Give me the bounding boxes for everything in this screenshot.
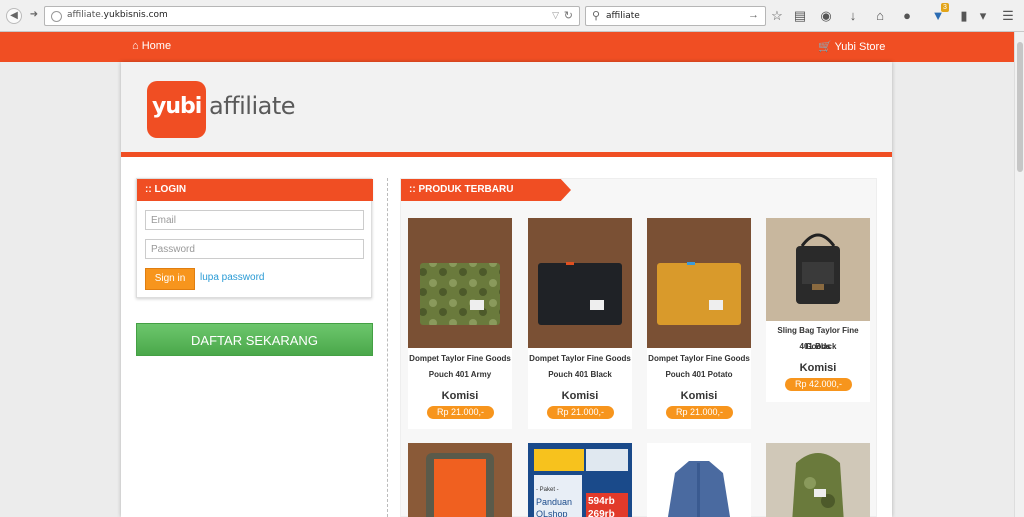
product-image[interactable] (408, 218, 512, 348)
forward-icon[interactable]: ➜ (26, 8, 42, 24)
price-badge: Rp 21.000,- (666, 406, 733, 419)
price-badge: Rp 21.000,- (547, 406, 614, 419)
product-name-line2[interactable]: 401 Black (766, 339, 870, 355)
products-title: :: PRODUK TERBARU (401, 179, 571, 201)
product-image[interactable] (647, 218, 751, 348)
site-header: yubi affiliate (121, 62, 892, 157)
dropdown-icon[interactable]: ▽ (552, 10, 559, 21)
product-name[interactable]: Dompet Taylor Fine Goods (647, 351, 751, 367)
product-card[interactable] (408, 443, 512, 517)
product-image[interactable] (766, 218, 870, 321)
product-card[interactable]: Dompet Taylor Fine Goods Pouch 401 Army … (408, 218, 512, 429)
extension-badge: 3 (941, 3, 949, 12)
cart-icon: 🛒 (818, 41, 832, 53)
back-icon[interactable]: ◀ (6, 8, 22, 24)
password-field[interactable] (145, 239, 364, 259)
product-name-line2[interactable]: Pouch 401 Army (408, 367, 512, 383)
battery-icon[interactable]: ▮ (956, 7, 972, 25)
product-image[interactable] (766, 443, 870, 517)
main-container: yubi affiliate :: LOGIN Sign in lupa pas… (121, 62, 892, 517)
product-name-line2[interactable]: Pouch 401 Potato (647, 367, 751, 383)
bookmark-star-icon[interactable]: ☆ (769, 7, 785, 25)
products-panel: :: PRODUK TERBARU Dompet Taylor Fine Goo… (400, 178, 877, 517)
product-image[interactable] (408, 443, 512, 517)
register-button[interactable]: DAFTAR SEKARANG (136, 323, 373, 356)
price-badge: Rp 42.000,- (785, 378, 852, 391)
product-card[interactable] (647, 443, 751, 517)
page-scrollbar[interactable] (1014, 32, 1024, 517)
product-image[interactable]: - Paket - Panduan OLshop 594rb 269rb (528, 443, 632, 517)
product-name-line2[interactable]: Pouch 401 Black (528, 367, 632, 383)
price-badge: Rp 21.000,- (427, 406, 494, 419)
pocket-icon[interactable]: ◉ (818, 7, 834, 25)
product-card[interactable]: Sling Bag Taylor Fine Goods 401 Black Ko… (766, 218, 870, 402)
search-icon: ⚲ (592, 10, 601, 22)
reading-list-icon[interactable]: ▤ (792, 7, 808, 25)
product-card[interactable]: - Paket - Panduan OLshop 594rb 269rb (528, 443, 632, 517)
home-icon[interactable]: ⌂ (872, 7, 888, 25)
product-image[interactable] (528, 218, 632, 348)
product-card[interactable]: Dompet Taylor Fine Goods Pouch 401 Black… (528, 218, 632, 429)
product-name[interactable]: Dompet Taylor Fine Goods (528, 351, 632, 367)
column-divider (387, 178, 388, 517)
product-card[interactable]: Dompet Taylor Fine Goods Pouch 401 Potat… (647, 218, 751, 429)
search-text: affiliate (606, 11, 640, 21)
paket-label: - Paket - (536, 487, 559, 493)
komisi-label: Komisi (680, 390, 718, 402)
price-a-label: 594rb (588, 496, 615, 507)
url-text: affiliate.yukbisnis.com (67, 10, 168, 20)
panduan-label: Panduan (536, 497, 573, 507)
email-field[interactable] (145, 210, 364, 230)
globe-icon (51, 11, 62, 22)
home-link[interactable]: ⌂ Home (132, 40, 171, 52)
overflow-icon[interactable]: ▾ (975, 7, 991, 25)
price-b-label: 269rb (588, 509, 615, 517)
login-title: :: LOGIN (137, 179, 373, 201)
product-image[interactable] (647, 443, 751, 517)
olshop-label: OLshop (536, 509, 568, 517)
logo-word: affiliate (209, 92, 296, 120)
top-navigation: ⌂ Home 🛒 Yubi Store (0, 32, 1014, 62)
menu-icon[interactable]: ☰ (1000, 7, 1016, 25)
scrollbar-thumb[interactable] (1017, 42, 1023, 172)
url-bar[interactable]: affiliate.yukbisnis.com ▽ ↻ (44, 6, 580, 26)
search-bar[interactable]: ⚲ affiliate → (585, 6, 766, 26)
signin-button[interactable]: Sign in (145, 268, 195, 290)
komisi-label: Komisi (561, 390, 599, 402)
komisi-label: Komisi (441, 390, 479, 402)
komisi-label: Komisi (799, 362, 837, 374)
product-name[interactable]: Dompet Taylor Fine Goods (408, 351, 512, 367)
chat-icon[interactable]: ● (899, 7, 915, 25)
go-arrow-icon[interactable]: → (748, 9, 759, 21)
download-icon[interactable]: ↓ (845, 7, 861, 25)
browser-toolbar: ◀ ➜ affiliate.yukbisnis.com ▽ ↻ ⚲ affili… (0, 0, 1024, 32)
store-link[interactable]: 🛒 Yubi Store (818, 40, 885, 53)
logo-badge[interactable]: yubi (147, 81, 206, 138)
forgot-password-link[interactable]: lupa password (200, 272, 264, 283)
reload-icon[interactable]: ↻ (564, 9, 573, 22)
house-icon: ⌂ (132, 40, 139, 52)
product-card[interactable] (766, 443, 870, 517)
login-panel: :: LOGIN Sign in lupa password (136, 178, 373, 298)
